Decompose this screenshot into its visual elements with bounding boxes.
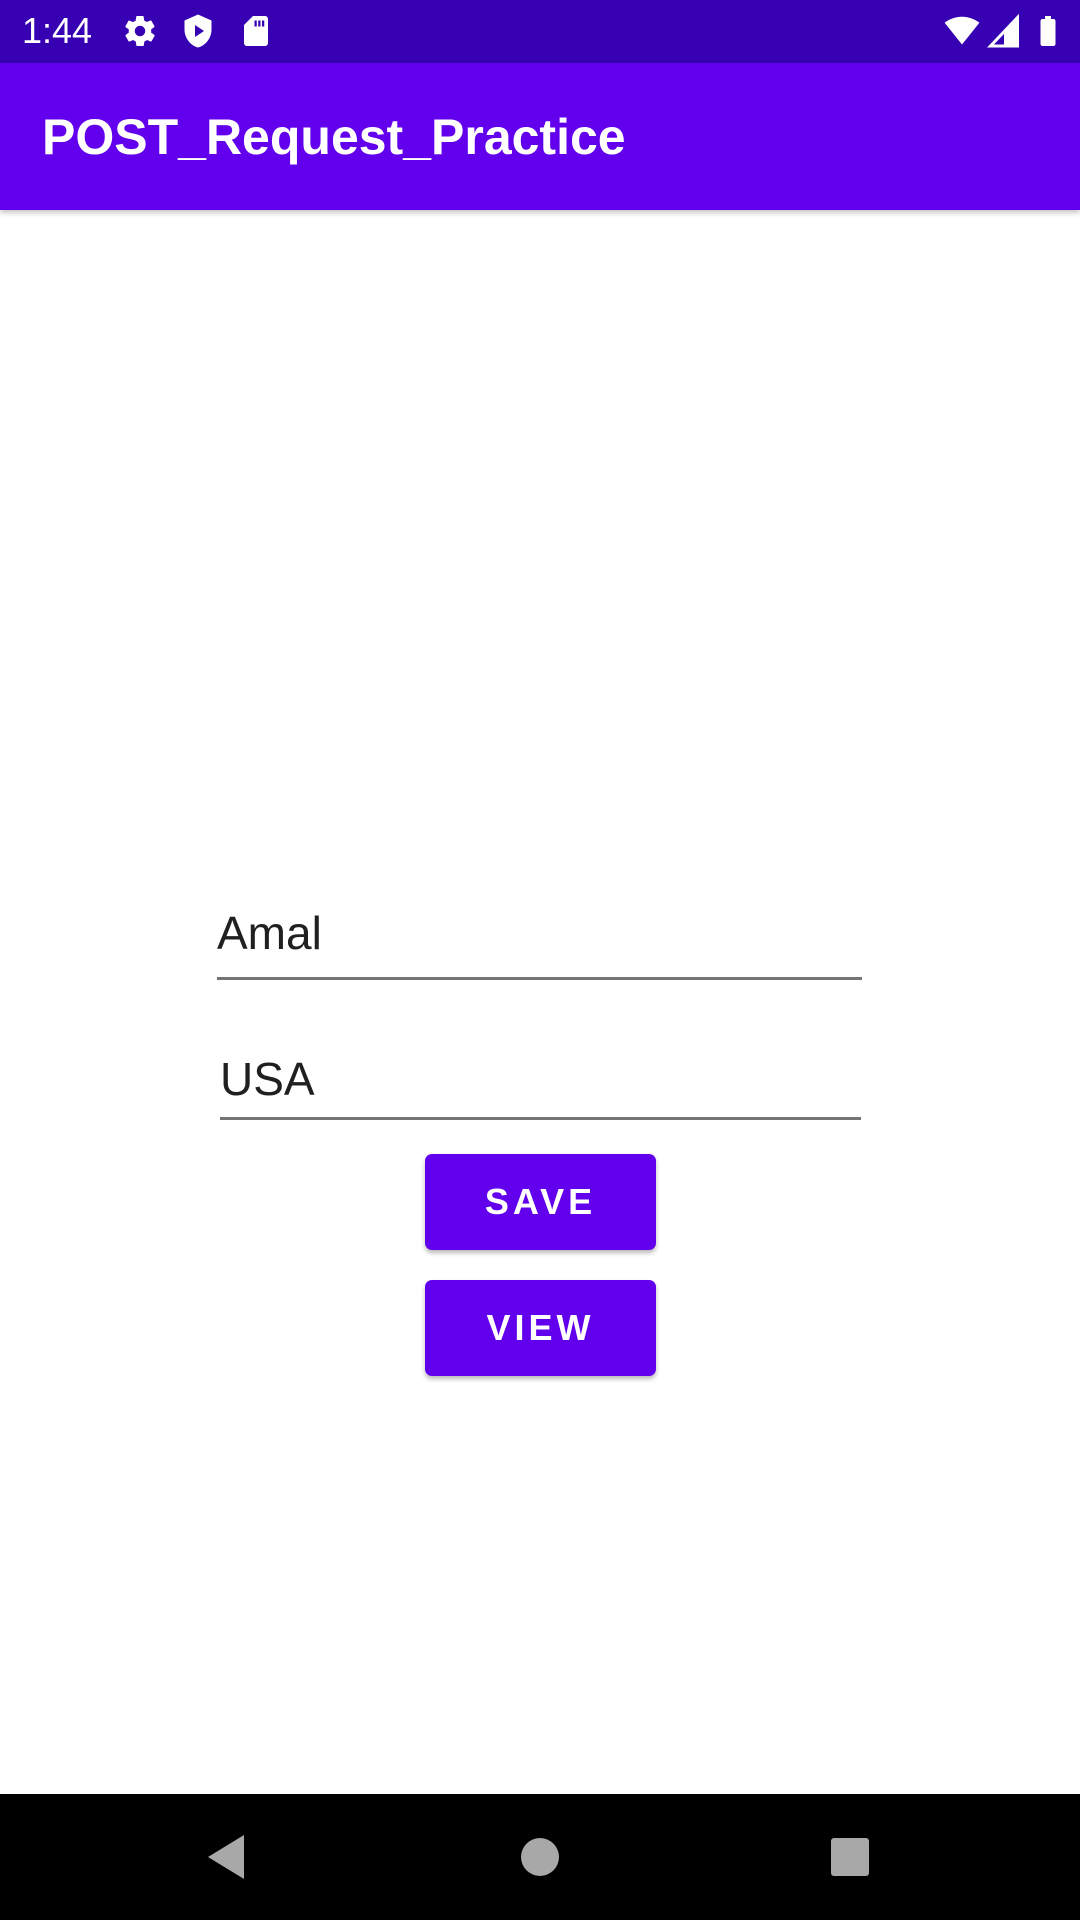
sd-card-icon <box>238 13 274 49</box>
shield-play-icon <box>180 13 216 49</box>
country-input[interactable] <box>220 1040 861 1120</box>
save-button[interactable]: SAVE <box>425 1154 656 1250</box>
app-title: POST_Request_Practice <box>42 109 626 165</box>
name-input[interactable] <box>217 888 862 980</box>
battery-icon <box>1030 13 1066 49</box>
recents-icon[interactable] <box>820 1827 880 1887</box>
wifi-icon <box>944 13 980 49</box>
back-icon[interactable] <box>196 1827 256 1887</box>
status-time: 1:44 <box>22 10 93 51</box>
status-bar: 1:44 <box>0 0 1080 63</box>
view-button[interactable]: VIEW <box>425 1280 656 1376</box>
home-icon[interactable] <box>510 1827 570 1887</box>
navigation-bar <box>0 1794 1080 1920</box>
settings-gear-icon <box>122 13 158 49</box>
app-bar: POST_Request_Practice <box>0 63 1080 210</box>
cell-signal-icon <box>986 13 1022 49</box>
